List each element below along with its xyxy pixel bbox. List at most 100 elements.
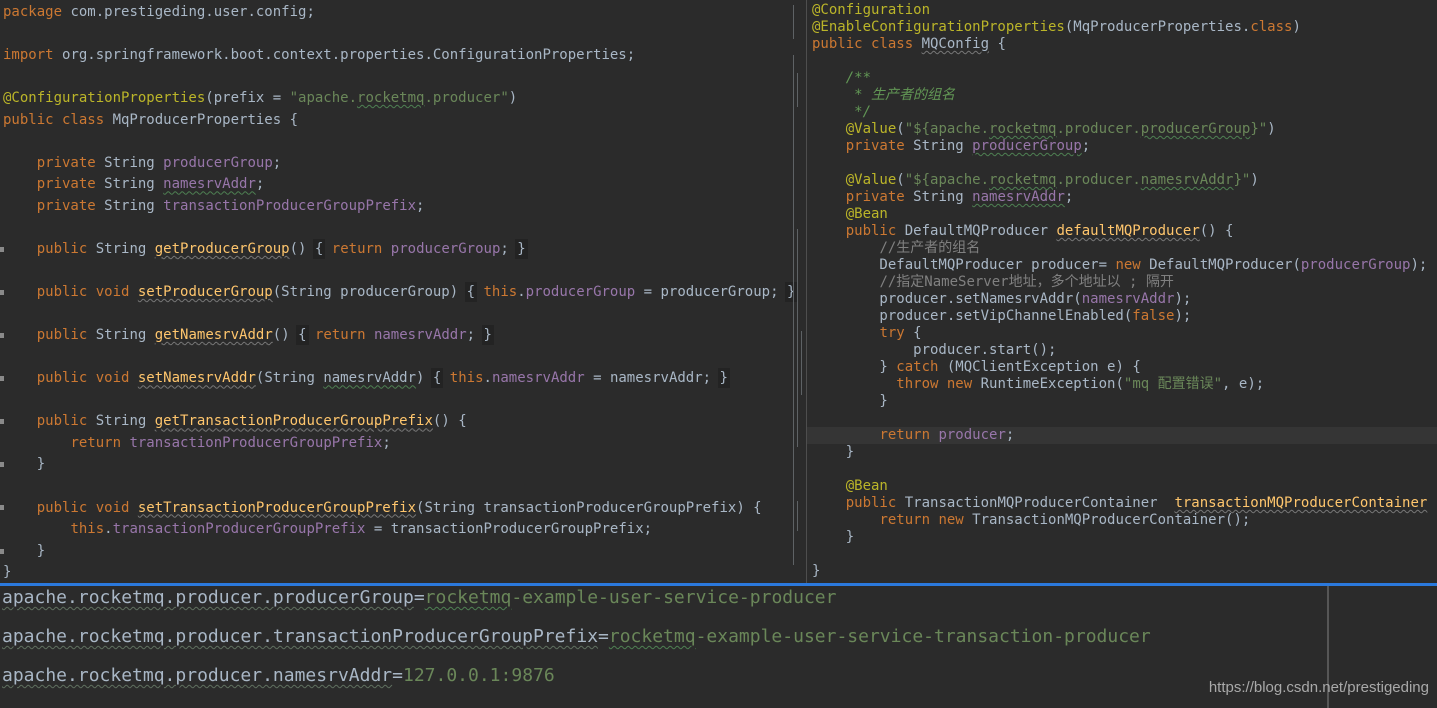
fold-marker-icon[interactable] (0, 247, 4, 252)
code-token: transactionMQProducerContainer (1174, 495, 1427, 511)
code-token: import (3, 47, 62, 63)
code-token: public class (812, 36, 922, 52)
code-token: //生产者的组名 (879, 240, 980, 256)
code-token: { (989, 36, 1006, 52)
code-token (812, 189, 846, 205)
right-editor-pane[interactable]: @Configuration@EnableConfigurationProper… (807, 0, 1437, 583)
code-token (812, 376, 896, 392)
code-line: public void setNamesrvAddr(String namesr… (3, 368, 795, 390)
code-line: import org.springframework.boot.context.… (3, 45, 795, 67)
code-token: apache.rocketmq.producer.producerGroup (2, 587, 414, 608)
fold-marker-icon[interactable] (0, 376, 4, 381)
code-token: = producerGroup; (635, 284, 787, 300)
code-token: () { (433, 413, 467, 429)
left-editor-pane[interactable]: package com.prestigeding.user.config; imp… (0, 0, 806, 583)
code-line: } (3, 454, 795, 476)
code-line (3, 347, 795, 369)
code-token: ; (256, 176, 264, 192)
code-line: apache.rocketmq.producer.transactionProd… (2, 617, 1151, 656)
code-token (812, 138, 846, 154)
code-token (812, 104, 854, 120)
code-line: public String getTransactionProducerGrou… (3, 411, 795, 433)
watermark-url: https://blog.csdn.net/prestigeding (1209, 679, 1429, 696)
code-token: .producer" (424, 90, 508, 106)
code-token: ) (1250, 172, 1258, 188)
code-token: } (787, 284, 795, 300)
code-token: @Value (846, 121, 897, 137)
code-token: -example-user-service-producer (511, 587, 836, 608)
code-token (812, 223, 846, 239)
code-line (812, 53, 1437, 70)
code-token: namesrvAddr (163, 176, 256, 192)
code-token: ; (500, 241, 517, 257)
code-token: 127.0.0.1:9876 (403, 665, 555, 686)
fold-marker-icon[interactable] (0, 333, 4, 338)
code-token: . (517, 284, 525, 300)
code-line: producer.setNamesrvAddr(namesrvAddr); (812, 291, 1437, 308)
code-token: public (37, 241, 96, 257)
code-token: }" (1233, 172, 1250, 188)
code-token: this (450, 370, 484, 386)
code-token (812, 87, 854, 103)
code-token: getNamesrvAddr (155, 327, 273, 343)
code-token: transactionProducerGroupPrefix (163, 198, 416, 214)
code-token: "${apache. (905, 172, 989, 188)
fold-marker-icon[interactable] (0, 419, 4, 424)
code-token (307, 327, 315, 343)
code-token (323, 241, 331, 257)
code-token: } (3, 543, 45, 559)
code-token: .producer. (1056, 121, 1140, 137)
code-line: producer.start(); (812, 342, 1437, 359)
code-token: private (37, 198, 104, 214)
code-token (3, 284, 37, 300)
code-token: package (3, 4, 70, 20)
code-line: @Bean (812, 478, 1437, 495)
code-line: private String namesrvAddr; (3, 174, 795, 196)
code-token (812, 325, 879, 341)
code-token: TransactionMQProducerContainer(); (972, 512, 1250, 528)
code-token: . (104, 521, 112, 537)
code-line: @Value("${apache.rocketmq.producer.names… (812, 172, 1437, 189)
code-token: } (720, 370, 728, 386)
code-token: (MqProducerProperties. (1065, 19, 1250, 35)
code-token: producer.setVipChannelEnabled( (812, 308, 1132, 324)
code-token: catch (896, 359, 938, 375)
code-token: return (879, 427, 938, 443)
fold-marker-icon[interactable] (0, 505, 4, 510)
code-token (812, 512, 879, 528)
code-line: } (812, 563, 1437, 580)
code-token (812, 427, 879, 443)
code-token: this (70, 521, 104, 537)
code-token: public class (3, 112, 113, 128)
fold-marker-icon[interactable] (0, 549, 4, 554)
fold-marker-icon[interactable] (0, 462, 4, 467)
code-token: ( (896, 121, 904, 137)
code-token (812, 206, 846, 222)
code-token: namesrvAddr (323, 370, 416, 386)
fold-marker-icon[interactable] (0, 290, 4, 295)
code-token: ; (382, 435, 390, 451)
code-line (812, 461, 1437, 478)
code-token: String (104, 155, 163, 171)
code-token: setTransactionProducerGroupPrefix (138, 500, 416, 516)
code-line: private String namesrvAddr; (812, 189, 1437, 206)
code-token (3, 327, 37, 343)
code-token: namesrvAddr (972, 189, 1065, 205)
code-token: = (414, 587, 425, 608)
code-token: transactionProducerGroupPrefix (129, 435, 382, 451)
code-line: public String getNamesrvAddr() { return … (3, 325, 795, 347)
code-token (3, 241, 37, 257)
code-line: package com.prestigeding.user.config; (3, 2, 795, 24)
code-line: public void setTransactionProducerGroupP… (3, 498, 795, 520)
left-code-content: package com.prestigeding.user.config; imp… (3, 2, 795, 583)
code-token: -example-user-service-transaction-produc… (696, 626, 1151, 647)
code-token: ) (509, 90, 517, 106)
code-token: String (104, 176, 163, 192)
code-token: return (70, 435, 129, 451)
code-line: } (3, 562, 795, 583)
code-token: org.springframework.boot.context.propert… (62, 47, 635, 63)
code-token (812, 495, 846, 511)
code-line: } (812, 529, 1437, 546)
code-token: (String producerGroup) (273, 284, 467, 300)
code-line: } (812, 444, 1437, 461)
